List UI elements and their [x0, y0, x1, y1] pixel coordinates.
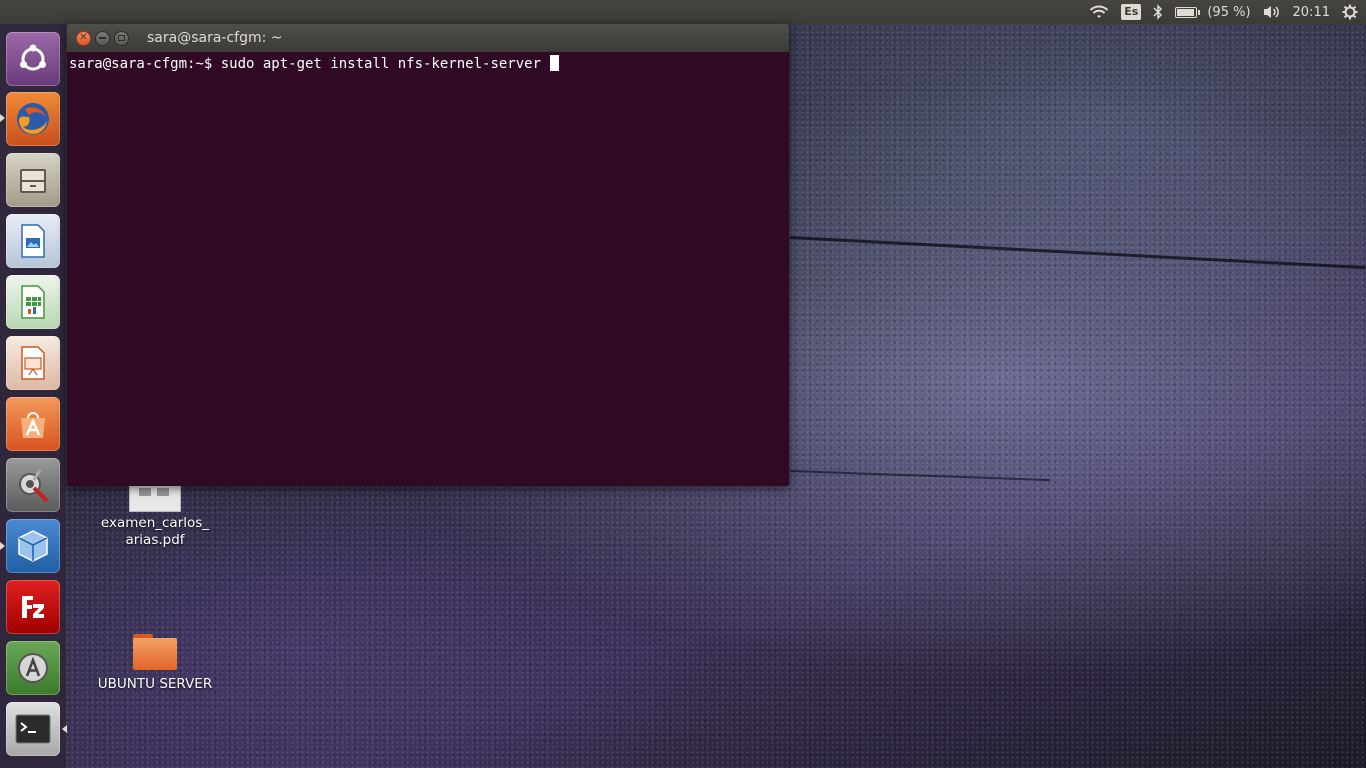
- desktop-folder[interactable]: UBUNTU SERVER: [90, 630, 220, 693]
- text-cursor: [550, 55, 560, 71]
- software-updater-icon[interactable]: [6, 641, 60, 695]
- battery-icon: [1175, 6, 1201, 18]
- terminal-content[interactable]: sara@sara-cfgm:~$ sudo apt-get install n…: [67, 52, 789, 486]
- volume-icon[interactable]: [1263, 0, 1281, 24]
- bluetooth-icon[interactable]: [1153, 0, 1163, 24]
- libreoffice-impress-icon[interactable]: [6, 336, 60, 390]
- files-icon[interactable]: [6, 153, 60, 207]
- running-indicator: [0, 114, 5, 122]
- clock[interactable]: 20:11: [1293, 0, 1330, 24]
- terminal-icon[interactable]: [6, 702, 60, 756]
- clock-time: 20:11: [1292, 4, 1330, 20]
- keyboard-layout-indicator[interactable]: Es: [1121, 0, 1142, 24]
- window-titlebar[interactable]: ✕ sara@sara-cfgm: ~: [67, 24, 789, 52]
- terminal-prompt: sara@sara-cfgm:~$: [69, 56, 221, 72]
- active-indicator: [62, 725, 67, 733]
- battery-percent: (95 %): [1207, 4, 1251, 20]
- ubuntu-dash-icon[interactable]: [6, 32, 60, 86]
- libreoffice-writer-icon[interactable]: [6, 214, 60, 268]
- launcher: [0, 24, 67, 768]
- running-indicator: [0, 542, 5, 550]
- filezilla-icon[interactable]: [6, 580, 60, 634]
- top-panel: Es (95 %) 20:11: [0, 0, 1366, 24]
- battery-level-fill: [1177, 8, 1195, 16]
- terminal-window[interactable]: ✕ sara@sara-cfgm: ~ sara@sara-cfgm:~$ su…: [67, 24, 789, 486]
- battery-indicator[interactable]: (95 %): [1175, 0, 1251, 24]
- keyboard-layout-label: Es: [1121, 4, 1142, 20]
- firefox-icon[interactable]: [6, 92, 60, 146]
- terminal-command: sudo apt-get install nfs-kernel-server: [220, 56, 550, 72]
- wifi-icon[interactable]: [1089, 0, 1109, 24]
- close-window-button[interactable]: ✕: [76, 30, 91, 46]
- desktop-folder-label: UBUNTU SERVER: [97, 676, 213, 692]
- settings-gear-icon[interactable]: [1342, 0, 1358, 24]
- virtualbox-icon[interactable]: [6, 519, 60, 573]
- desktop-file-label: examen_carlos_ arias.pdf: [100, 515, 210, 548]
- minimize-window-button[interactable]: [95, 30, 110, 46]
- window-title: sara@sara-cfgm: ~: [147, 30, 283, 46]
- libreoffice-calc-icon[interactable]: [6, 275, 60, 329]
- maximize-window-button[interactable]: [114, 30, 129, 46]
- folder-icon: [131, 630, 179, 670]
- ubuntu-software-center-icon[interactable]: [6, 397, 60, 451]
- system-settings-icon[interactable]: [6, 458, 60, 512]
